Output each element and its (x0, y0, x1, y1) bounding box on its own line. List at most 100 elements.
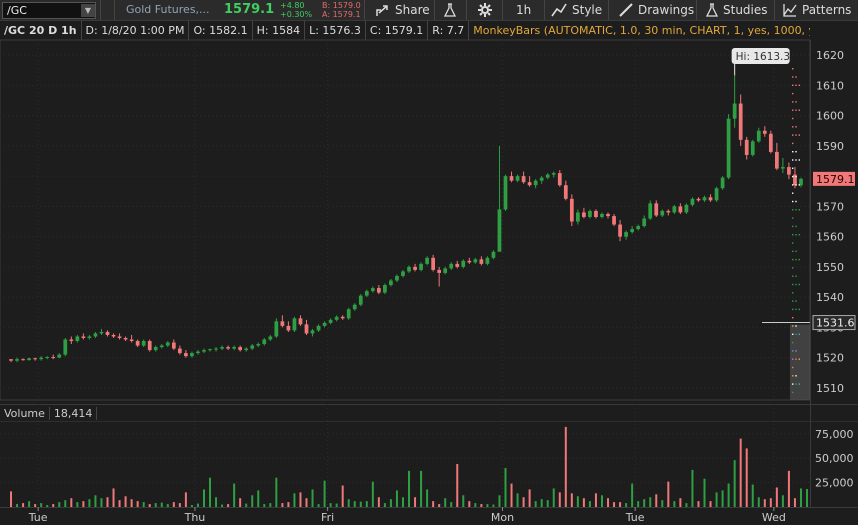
candle-body[interactable] (461, 260, 466, 267)
candle-body[interactable] (370, 288, 375, 292)
candle-body[interactable] (346, 309, 351, 319)
candle-body[interactable] (756, 130, 761, 142)
candle-body[interactable] (606, 213, 610, 217)
volume-bar[interactable] (196, 503, 199, 507)
candle-body[interactable] (262, 339, 267, 345)
volume-bar[interactable] (474, 503, 477, 507)
candle-body[interactable] (781, 167, 785, 169)
volume-bar[interactable] (401, 497, 404, 507)
candle-body[interactable] (214, 348, 218, 350)
volume-bar[interactable] (383, 503, 386, 507)
candle-body[interactable] (81, 336, 86, 338)
drawings-button[interactable]: Drawings (619, 0, 694, 20)
volume-bar[interactable] (498, 495, 501, 507)
volume-bar[interactable] (209, 477, 212, 507)
candle-body[interactable] (123, 337, 128, 340)
volume-bar[interactable] (76, 502, 79, 507)
volume-bar[interactable] (564, 426, 567, 507)
candle-body[interactable] (521, 176, 526, 183)
settings-button[interactable] (478, 0, 497, 20)
timeframe-button[interactable]: 1h (516, 0, 531, 20)
candle-body[interactable] (437, 269, 442, 273)
volume-bar[interactable] (522, 497, 525, 507)
volume-bar[interactable] (323, 480, 326, 507)
volume-bar[interactable] (444, 498, 447, 507)
volume-bar[interactable] (28, 501, 31, 507)
volume-bar[interactable] (739, 438, 742, 507)
volume-bar[interactable] (438, 504, 441, 507)
volume-bar[interactable] (480, 504, 483, 507)
volume-bar[interactable] (287, 502, 290, 507)
candle-body[interactable] (690, 198, 695, 205)
volume-bar[interactable] (528, 489, 531, 507)
candle-body[interactable] (171, 342, 176, 349)
candle-body[interactable] (304, 324, 309, 334)
volume-bar[interactable] (709, 501, 712, 507)
candle-body[interactable] (232, 347, 237, 349)
volume-bar[interactable] (154, 503, 157, 507)
volume-bar[interactable] (389, 499, 392, 507)
volume-bar[interactable] (799, 488, 802, 507)
volume-bar[interactable] (703, 478, 706, 507)
volume-bar[interactable] (34, 504, 37, 507)
candle-body[interactable] (93, 333, 98, 337)
candle-body[interactable] (184, 353, 188, 357)
volume-bar[interactable] (607, 498, 610, 507)
candle-body[interactable] (358, 295, 363, 305)
volume-bar[interactable] (721, 490, 724, 507)
volume-bar[interactable] (806, 489, 809, 507)
volume-bar[interactable] (715, 492, 718, 507)
volume-bar[interactable] (649, 497, 652, 507)
volume-bar[interactable] (540, 499, 543, 507)
candle-body[interactable] (738, 103, 743, 140)
candle-body[interactable] (443, 268, 448, 273)
volume-bar[interactable] (257, 490, 260, 507)
volume-bar[interactable] (727, 483, 730, 507)
candle-body[interactable] (256, 344, 261, 346)
candle-body[interactable] (45, 357, 50, 359)
volume-bar[interactable] (100, 498, 103, 507)
candle-body[interactable] (419, 263, 423, 270)
alert-icon[interactable]: ! (4, 44, 19, 59)
candle-body[interactable] (177, 348, 182, 354)
candle-body[interactable] (413, 266, 417, 270)
volume-bar[interactable] (172, 502, 175, 507)
candle-body[interactable] (190, 353, 194, 357)
candle-body[interactable] (334, 316, 339, 320)
volume-bar[interactable] (420, 470, 423, 507)
candle-body[interactable] (69, 339, 74, 342)
candle-body[interactable] (57, 354, 62, 358)
candle-body[interactable] (340, 316, 345, 319)
candle-body[interactable] (551, 173, 556, 175)
candle-body[interactable] (431, 257, 436, 270)
candle-body[interactable] (280, 321, 285, 326)
candle-body[interactable] (395, 275, 399, 281)
volume-bar[interactable] (588, 501, 591, 507)
candle-body[interactable] (33, 358, 38, 360)
volume-bar[interactable] (414, 497, 417, 507)
candle-body[interactable] (159, 345, 164, 348)
candle-body[interactable] (714, 188, 719, 201)
candle-body[interactable] (244, 348, 249, 351)
candle-body[interactable] (75, 336, 80, 342)
volume-bar[interactable] (395, 490, 398, 507)
candle-body[interactable] (533, 180, 538, 186)
candle-body[interactable] (563, 185, 568, 199)
volume-bar[interactable] (166, 504, 169, 507)
volume-bar[interactable] (160, 502, 163, 507)
candle-body[interactable] (9, 359, 13, 361)
price-chart[interactable]: 1620 1610 1600 1590 1580 1570 1560 1550 1540 1530… (0, 0, 858, 525)
symbol-input[interactable]: /GC (3, 4, 81, 17)
candle-body[interactable] (389, 280, 393, 286)
volume-bar[interactable] (655, 494, 658, 507)
candle-body[interactable] (153, 347, 158, 351)
candle-body[interactable] (557, 173, 562, 186)
volume-bar[interactable] (317, 504, 320, 507)
candle-body[interactable] (787, 167, 791, 175)
candle-body[interactable] (762, 130, 767, 134)
volume-bar[interactable] (625, 503, 628, 507)
volume-bar[interactable] (637, 501, 640, 507)
volume-bar[interactable] (793, 498, 796, 507)
candle-body[interactable] (768, 133, 773, 152)
candle-body[interactable] (582, 212, 586, 217)
